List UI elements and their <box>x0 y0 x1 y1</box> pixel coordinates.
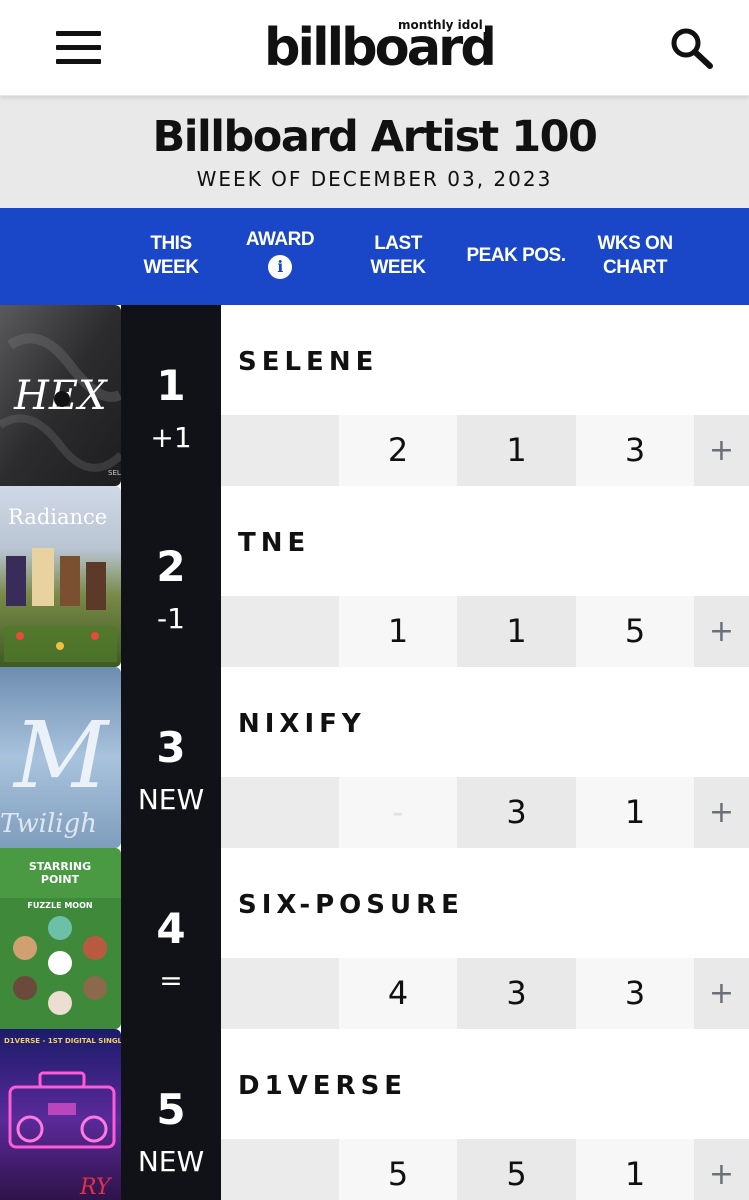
column-header-bar: THIS WEEK AWARD i LAST WEEK PEAK POS. WK… <box>0 208 749 305</box>
svg-text:FUZZLE MOON: FUZZLE MOON <box>27 901 92 910</box>
rank-column: 1 +1 <box>121 305 221 486</box>
svg-text:D1VERSE - 1ST DIGITAL SINGLE: D1VERSE - 1ST DIGITAL SINGLE <box>4 1037 121 1045</box>
artist-name[interactable]: SELENE <box>238 347 378 377</box>
award-cell <box>221 415 339 486</box>
award-cell <box>221 777 339 848</box>
cover-small-text: SEL <box>108 469 121 477</box>
col-award-label: AWARD <box>245 229 315 250</box>
artist-name[interactable]: TNE <box>238 528 310 558</box>
rank-column: 2 -1 <box>121 486 221 667</box>
svg-text:Radiance: Radiance <box>8 505 107 529</box>
album-cover[interactable]: STARRING POINT FUZZLE MOON <box>0 848 121 1029</box>
svg-text:STARRING: STARRING <box>29 860 91 873</box>
expand-plus-icon[interactable]: + <box>694 415 749 486</box>
artist-name[interactable]: NIXIFY <box>238 709 366 739</box>
chart-row: M Twiligh 3 NEW NIXIFY - 3 1 + <box>0 667 749 848</box>
search-icon[interactable] <box>668 26 714 70</box>
peak-pos-value: 3 <box>457 777 576 848</box>
svg-text:RY: RY <box>79 1175 113 1200</box>
svg-text:POINT: POINT <box>41 873 80 886</box>
logo-subtitle: monthly idol <box>396 18 485 32</box>
artist-name[interactable]: SIX-POSURE <box>238 890 464 920</box>
peak-pos-value: 5 <box>457 1139 576 1200</box>
chart-row: STARRING POINT FUZZLE MOON 4 = SIX-POSUR… <box>0 848 749 1029</box>
col-this-week: THIS WEEK <box>143 233 200 278</box>
last-week-value: 4 <box>339 958 457 1029</box>
peak-pos-value: 1 <box>457 415 576 486</box>
svg-text:M: M <box>12 702 111 809</box>
peak-pos-value: 1 <box>457 596 576 667</box>
info-icon[interactable]: i <box>268 255 292 279</box>
billboard-logo[interactable]: billboard monthly idol <box>264 18 497 76</box>
wks-on-chart-value: 5 <box>576 596 694 667</box>
chart-title: Billboard Artist 100 <box>152 112 598 162</box>
wks-on-chart-value: 1 <box>576 777 694 848</box>
last-week-value: 1 <box>339 596 457 667</box>
rank-movement: -1 <box>157 602 185 635</box>
expand-plus-icon[interactable]: + <box>694 777 749 848</box>
chart-row: D1VERSE - 1ST DIGITAL SINGLE RY 5 NEW D1… <box>0 1029 749 1200</box>
expand-plus-icon[interactable]: + <box>694 1139 749 1200</box>
last-week-value: - <box>339 777 457 848</box>
svg-text:Twiligh: Twiligh <box>0 809 97 839</box>
wks-on-chart-value: 3 <box>576 415 694 486</box>
col-award: AWARD i <box>220 228 340 279</box>
chart-week-label: WEEK OF DECEMBER 03, 2023 <box>196 167 553 191</box>
chart-title-band: Billboard Artist 100 WEEK OF DECEMBER 03… <box>0 96 749 208</box>
album-cover[interactable]: Radiance <box>0 486 121 667</box>
rank-movement: = <box>159 964 183 997</box>
col-peak-pos: PEAK POS. <box>466 245 566 266</box>
rank-number: 1 <box>156 361 186 410</box>
col-last-week: LAST WEEK <box>370 233 427 278</box>
rank-number: 5 <box>156 1085 186 1134</box>
rank-column: 4 = <box>121 848 221 1029</box>
rank-number: 4 <box>156 904 186 953</box>
rank-number: 3 <box>156 723 186 772</box>
last-week-value: 5 <box>339 1139 457 1200</box>
last-week-value: 2 <box>339 415 457 486</box>
album-cover[interactable]: M Twiligh <box>0 667 121 848</box>
top-navbar: billboard monthly idol <box>0 0 749 96</box>
chart-row: Radiance 2 -1 TNE 1 1 5 + <box>0 486 749 667</box>
rank-movement: +1 <box>150 421 192 454</box>
award-cell <box>221 958 339 1029</box>
artist-name[interactable]: D1VERSE <box>238 1071 407 1101</box>
expand-plus-icon[interactable]: + <box>694 958 749 1029</box>
rank-movement: NEW <box>137 783 205 816</box>
album-cover[interactable]: D1VERSE - 1ST DIGITAL SINGLE RY <box>0 1029 121 1200</box>
wks-on-chart-value: 3 <box>576 958 694 1029</box>
expand-plus-icon[interactable]: + <box>694 596 749 667</box>
album-cover[interactable]: HEX SEL <box>0 305 121 486</box>
rank-column: 5 NEW <box>121 1029 221 1200</box>
peak-pos-value: 3 <box>457 958 576 1029</box>
hamburger-menu-icon[interactable] <box>56 31 101 65</box>
chart-row: HEX SEL 1 +1 SELENE 2 1 3 + <box>0 305 749 486</box>
rank-movement: NEW <box>137 1145 205 1178</box>
award-cell <box>221 596 339 667</box>
col-wks-on-chart: WKS ON CHART <box>597 233 673 278</box>
award-cell <box>221 1139 339 1200</box>
rank-column: 3 NEW <box>121 667 221 848</box>
rank-number: 2 <box>156 542 186 591</box>
wks-on-chart-value: 1 <box>576 1139 694 1200</box>
